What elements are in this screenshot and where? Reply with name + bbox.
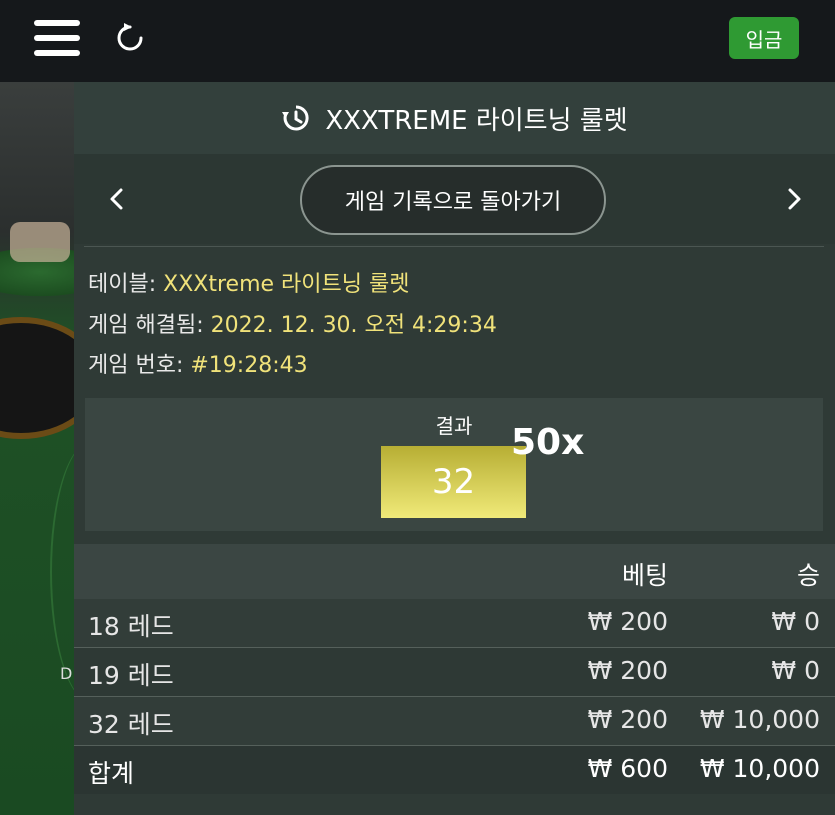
total-win: ₩ 10,000 (699, 754, 820, 783)
bet-amount: ₩ 200 (587, 656, 668, 685)
dealer-hand (10, 222, 70, 262)
result-box: 결과 32 50x (85, 398, 823, 531)
result-number: 32 (381, 446, 526, 518)
resolved-info: 게임 해결됨: 2022. 12. 30. 오전 4:29:34 (88, 307, 497, 339)
roulette-wheel (0, 317, 76, 439)
refresh-icon[interactable] (112, 20, 148, 56)
chevron-right-icon[interactable] (779, 184, 809, 214)
table-header-row: 베팅 승 (74, 544, 835, 599)
panel-title: XXXTREME 라이트닝 룰렛 (325, 105, 628, 136)
background-casino-scene: D (0, 82, 76, 815)
resolved-value: 2022. 12. 30. 오전 4:29:34 (210, 313, 497, 338)
history-icon (281, 103, 311, 133)
total-bet: ₩ 600 (587, 754, 668, 783)
win-amount: ₩ 0 (771, 656, 820, 685)
bets-table: 베팅 승 18 레드 ₩ 200 ₩ 0 19 레드 ₩ 200 ₩ 0 32 … (74, 544, 835, 794)
bet-name: 18 레드 (88, 612, 174, 641)
round-label: 게임 번호: (88, 353, 184, 378)
panel-header: XXXTREME 라이트닝 룰렛 (74, 82, 835, 154)
table-row: 32 레드 ₩ 200 ₩ 10,000 (74, 697, 835, 746)
background-letter: D (60, 664, 73, 683)
table-label: 테이블: (88, 272, 157, 297)
table-value: XXXtreme 라이트닝 룰렛 (163, 272, 410, 297)
game-history-panel: XXXTREME 라이트닝 룰렛 게임 기록으로 돌아가기 테이블: XXXtr… (74, 82, 835, 815)
divider (84, 246, 824, 247)
bet-amount: ₩ 200 (587, 607, 668, 636)
bet-name: 32 레드 (88, 710, 174, 739)
deposit-button[interactable]: 입금 (729, 17, 799, 59)
round-value: #19:28:43 (190, 353, 308, 378)
table-row: 19 레드 ₩ 200 ₩ 0 (74, 648, 835, 697)
bet-amount: ₩ 200 (587, 705, 668, 734)
table-info: 테이블: XXXtreme 라이트닝 룰렛 (88, 266, 409, 298)
table-row: 18 레드 ₩ 200 ₩ 0 (74, 599, 835, 648)
chevron-left-icon[interactable] (102, 184, 132, 214)
win-amount: ₩ 10,000 (699, 705, 820, 734)
total-row: 합계 ₩ 600 ₩ 10,000 (74, 746, 835, 794)
bet-name: 19 레드 (88, 661, 174, 690)
header-bet: 베팅 (621, 561, 668, 590)
top-bar: 입금 (0, 0, 835, 82)
multiplier-label: 50x (511, 422, 585, 463)
back-to-history-button[interactable]: 게임 기록으로 돌아가기 (300, 165, 606, 235)
header-win: 승 (796, 561, 820, 590)
table-arc (50, 442, 76, 702)
hamburger-menu-icon[interactable] (34, 20, 80, 56)
total-label: 합계 (88, 759, 135, 788)
result-label: 결과 (435, 414, 473, 438)
resolved-label: 게임 해결됨: (88, 313, 204, 338)
round-info: 게임 번호: #19:28:43 (88, 347, 308, 379)
win-amount: ₩ 0 (771, 607, 820, 636)
